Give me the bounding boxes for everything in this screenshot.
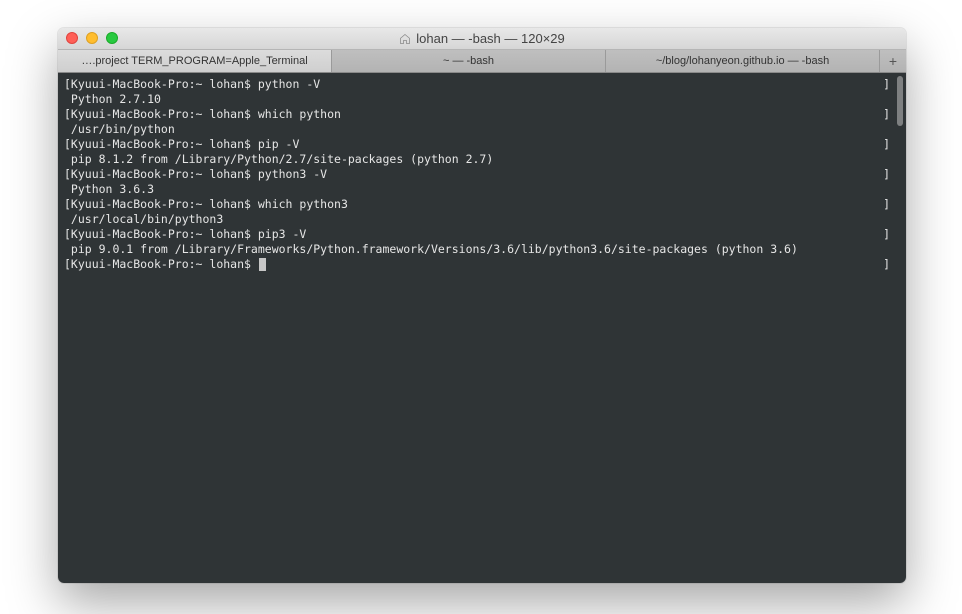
terminal-output: pip 9.0.1 from /Library/Frameworks/Pytho… — [64, 242, 900, 257]
plus-icon: + — [889, 53, 897, 69]
terminal-output: pip 8.1.2 from /Library/Python/2.7/site-… — [64, 152, 900, 167]
tab-2[interactable]: ~/blog/lohanyeon.github.io — -bash — [606, 50, 880, 72]
home-icon — [399, 33, 411, 45]
prompt-close-bracket: ] — [883, 137, 890, 151]
terminal-body[interactable]: [Kyuui-MacBook-Pro:~ lohan$ python -V Py… — [58, 73, 906, 583]
add-tab-button[interactable]: + — [880, 50, 906, 72]
cursor — [259, 258, 266, 271]
zoom-icon[interactable] — [106, 32, 118, 44]
tab-label: ~ — -bash — [443, 55, 494, 67]
tab-label: ….project TERM_PROGRAM=Apple_Terminal — [81, 55, 307, 67]
terminal-output: /usr/bin/python — [64, 122, 900, 137]
prompt-close-bracket: ] — [883, 197, 890, 211]
prompt-close-bracket: ] — [883, 257, 890, 271]
terminal-line: [Kyuui-MacBook-Pro:~ lohan$ which python… — [64, 197, 900, 212]
scrollbar-thumb[interactable] — [897, 76, 903, 126]
prompt-close-bracket: ] — [883, 227, 890, 241]
terminal-output: /usr/local/bin/python3 — [64, 212, 900, 227]
terminal-output: Python 2.7.10 — [64, 92, 900, 107]
terminal-content[interactable]: [Kyuui-MacBook-Pro:~ lohan$ python -V Py… — [58, 73, 906, 276]
window-title: lohan — -bash — 120×29 — [399, 31, 565, 46]
terminal-line: [Kyuui-MacBook-Pro:~ lohan$ pip -V — [64, 137, 900, 152]
tab-label: ~/blog/lohanyeon.github.io — -bash — [656, 55, 829, 67]
prompt-close-bracket: ] — [883, 77, 890, 91]
terminal-output: Python 3.6.3 — [64, 182, 900, 197]
tab-0[interactable]: ….project TERM_PROGRAM=Apple_Terminal — [58, 50, 332, 72]
terminal-line: [Kyuui-MacBook-Pro:~ lohan$ — [64, 257, 900, 272]
tab-bar: ….project TERM_PROGRAM=Apple_Terminal ~ … — [58, 50, 906, 73]
window-title-text: lohan — -bash — 120×29 — [416, 31, 565, 46]
prompt-close-bracket: ] — [883, 167, 890, 181]
terminal-window: lohan — -bash — 120×29 ….project TERM_PR… — [58, 28, 906, 583]
titlebar[interactable]: lohan — -bash — 120×29 — [58, 28, 906, 50]
terminal-line: [Kyuui-MacBook-Pro:~ lohan$ python3 -V — [64, 167, 900, 182]
prompt-close-bracket: ] — [883, 107, 890, 121]
close-icon[interactable] — [66, 32, 78, 44]
traffic-lights — [66, 32, 118, 44]
terminal-line: [Kyuui-MacBook-Pro:~ lohan$ python -V — [64, 77, 900, 92]
terminal-line: [Kyuui-MacBook-Pro:~ lohan$ pip3 -V — [64, 227, 900, 242]
minimize-icon[interactable] — [86, 32, 98, 44]
tab-1[interactable]: ~ — -bash — [332, 50, 606, 72]
terminal-line: [Kyuui-MacBook-Pro:~ lohan$ which python — [64, 107, 900, 122]
